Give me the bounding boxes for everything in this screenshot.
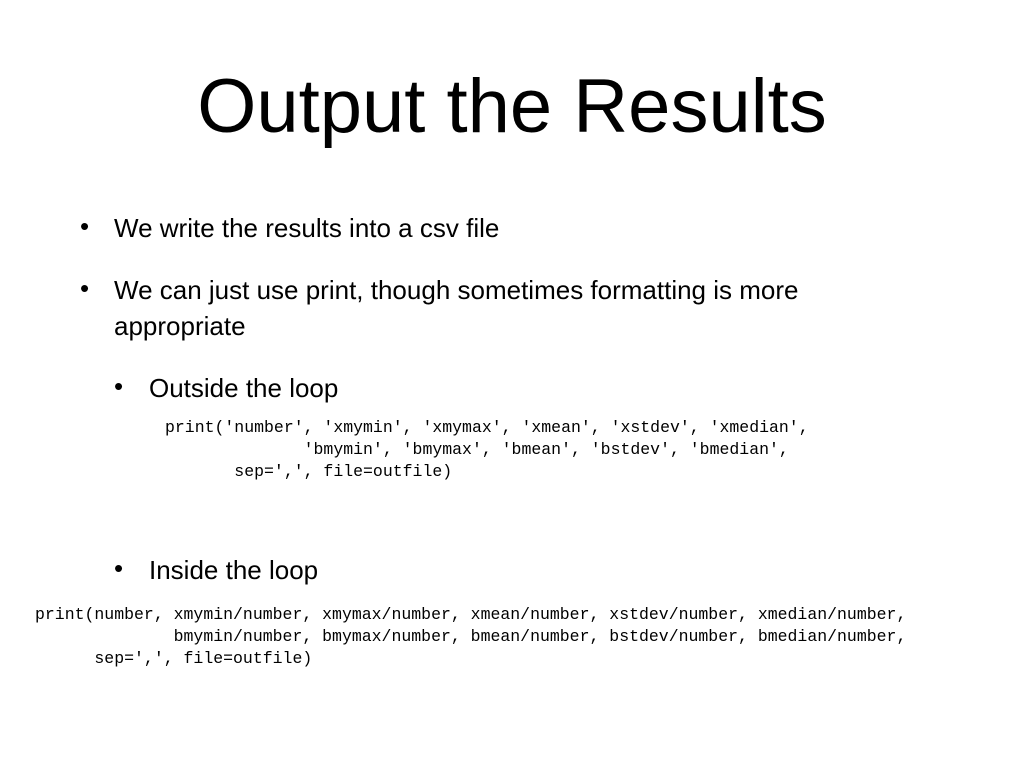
sub-bullet-icon: •: [114, 371, 124, 401]
bullet-icon: •: [80, 211, 90, 241]
sub-bullet-item: Outside the loop: [149, 373, 339, 403]
bullet-item: We can just use print, though sometimes …: [114, 275, 799, 341]
sub-bullet-item: Inside the loop: [149, 555, 319, 585]
bullet-icon: •: [80, 273, 90, 303]
slide-title: Output the Results: [197, 64, 827, 149]
code-block-inside-loop: print(number, xmymin/number, xmymax/numb…: [35, 605, 907, 668]
sub-bullet-icon: •: [114, 553, 124, 583]
code-block-outside-loop: print('number', 'xmymin', 'xmymax', 'xme…: [165, 418, 809, 481]
bullet-item: We write the results into a csv file: [114, 213, 500, 243]
